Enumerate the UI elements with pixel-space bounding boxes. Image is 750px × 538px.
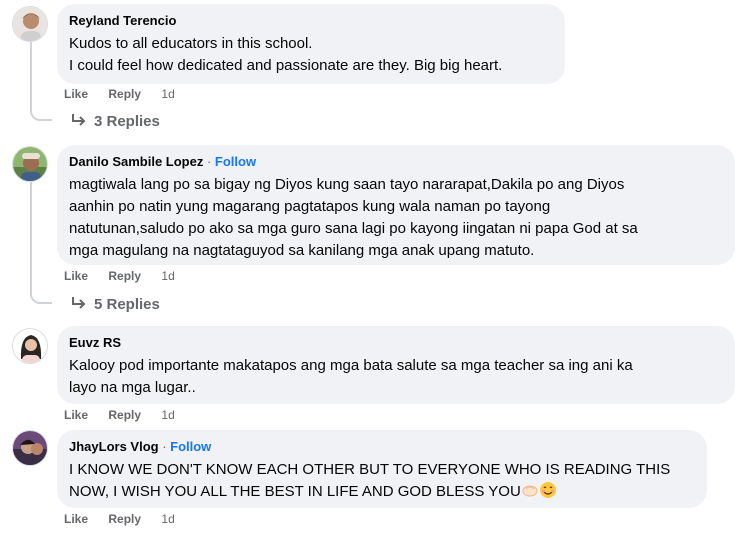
timestamp[interactable]: 1d bbox=[161, 408, 174, 422]
comment-text-line: natutunan,saludo po ako sa mga guro sana… bbox=[69, 220, 638, 237]
separator-dot: · bbox=[158, 439, 171, 454]
reply-button[interactable]: Reply bbox=[108, 408, 141, 422]
view-replies-button[interactable]: 3 Replies bbox=[70, 112, 160, 130]
comment-bubble: Danilo Sambile Lopez · Follow magtiwala … bbox=[57, 145, 735, 265]
comment-actions: Like Reply 1d bbox=[64, 87, 175, 101]
like-button[interactable]: Like bbox=[64, 512, 88, 526]
like-button[interactable]: Like bbox=[64, 408, 88, 422]
comment-text-line: Kalooy pod importante makatapos ang mga … bbox=[69, 357, 633, 374]
replies-count: 3 Replies bbox=[94, 113, 160, 130]
comment-text-line: Kudos to all educators in this school. bbox=[69, 35, 313, 52]
comment-bubble: Reyland Terencio Kudos to all educators … bbox=[57, 4, 565, 84]
follow-button[interactable]: Follow bbox=[215, 154, 256, 169]
avatar[interactable] bbox=[12, 6, 48, 42]
comment-text-line: magtiwala lang po sa bigay ng Diyos kung… bbox=[69, 176, 625, 193]
comment-bubble: JhayLors Vlog · Follow I KNOW WE DON'T K… bbox=[57, 430, 707, 508]
comment-actions: Like Reply 1d bbox=[64, 408, 175, 422]
comment-text-line: I could feel how dedicated and passionat… bbox=[69, 57, 503, 74]
avatar[interactable] bbox=[12, 146, 48, 182]
comment-author[interactable]: Reyland Terencio bbox=[69, 13, 176, 28]
reply-button[interactable]: Reply bbox=[108, 269, 141, 283]
like-button[interactable]: Like bbox=[64, 269, 88, 283]
timestamp[interactable]: 1d bbox=[161, 512, 174, 526]
reply-button[interactable]: Reply bbox=[108, 512, 141, 526]
replies-count: 5 Replies bbox=[94, 296, 160, 313]
comment-text-line: mga magulang na nagtataguyod sa kanilang… bbox=[69, 242, 535, 259]
comment-bubble: Euvz RS Kalooy pod importante makatapos … bbox=[57, 326, 735, 404]
smiling-emoji-icon bbox=[539, 481, 557, 506]
clap-emoji-icon bbox=[521, 481, 539, 506]
comment-text: NOW, I WISH YOU ALL THE BEST IN LIFE AND… bbox=[69, 483, 521, 500]
thread-connector bbox=[30, 42, 52, 121]
separator-dot: · bbox=[203, 154, 215, 169]
reply-arrow-icon bbox=[70, 295, 88, 311]
reply-button[interactable]: Reply bbox=[108, 87, 141, 101]
avatar[interactable] bbox=[12, 430, 48, 466]
view-replies-button[interactable]: 5 Replies bbox=[70, 295, 160, 313]
avatar[interactable] bbox=[12, 328, 48, 364]
comment-author[interactable]: Danilo Sambile Lopez bbox=[69, 154, 203, 169]
comment-actions: Like Reply 1d bbox=[64, 512, 175, 526]
comment-author[interactable]: Euvz RS bbox=[69, 335, 121, 350]
comment-text-line: NOW, I WISH YOU ALL THE BEST IN LIFE AND… bbox=[69, 481, 695, 506]
comment-text-line: layo na mga lugar.. bbox=[69, 379, 196, 396]
comment-actions: Like Reply 1d bbox=[64, 269, 175, 283]
comment-author[interactable]: JhayLors Vlog bbox=[69, 439, 159, 454]
timestamp[interactable]: 1d bbox=[161, 87, 174, 101]
comment-text-line: I KNOW WE DON'T KNOW EACH OTHER BUT TO E… bbox=[69, 461, 671, 478]
follow-button[interactable]: Follow bbox=[170, 439, 211, 454]
timestamp[interactable]: 1d bbox=[161, 269, 174, 283]
reply-arrow-icon bbox=[70, 112, 88, 128]
comment-text-line: aanhin po natin yung magarang pagtatapos… bbox=[69, 198, 551, 215]
like-button[interactable]: Like bbox=[64, 87, 88, 101]
thread-connector bbox=[30, 182, 52, 304]
